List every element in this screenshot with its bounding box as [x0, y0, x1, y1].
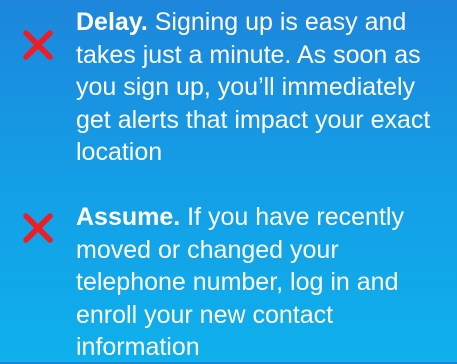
list-item-heading: Delay.: [76, 8, 148, 36]
slide: { "items": [ { "icon": "red-x-icon", "bo…: [0, 0, 457, 362]
list-item-heading: Assume.: [76, 203, 181, 231]
x-mark-icon: [21, 211, 55, 245]
x-mark-icon: [21, 28, 55, 62]
list-item-text: Delay. Signing up is easy and takes just…: [76, 6, 446, 169]
list-item-text: Assume. If you have recently moved or ch…: [76, 201, 446, 364]
